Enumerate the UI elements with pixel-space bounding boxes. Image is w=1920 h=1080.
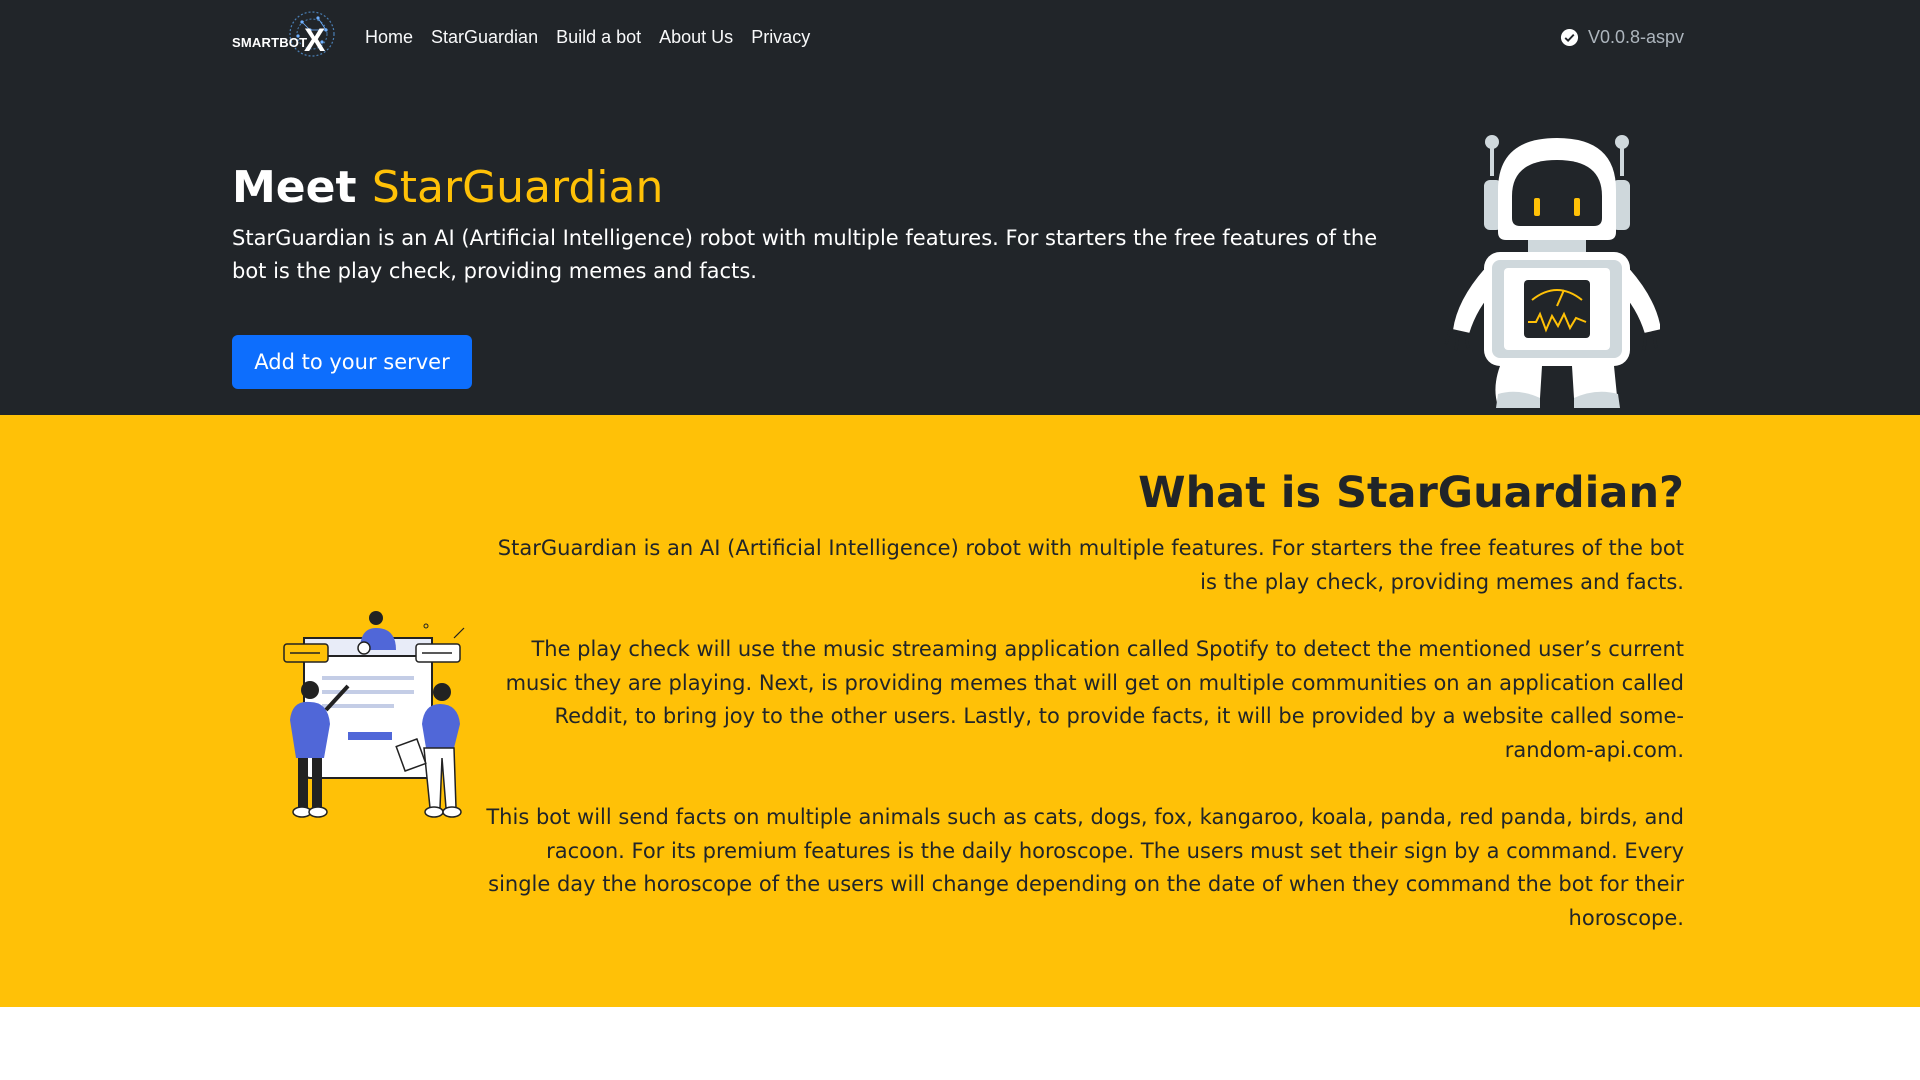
about-paragraph-2: The play check will use the music stream… (505, 637, 1684, 762)
hero-description: StarGuardian is an AI (Artificial Intell… (232, 226, 1378, 283)
about-paragraph-3: This bot will send facts on multiple ani… (486, 805, 1684, 930)
nav-about-us[interactable]: About Us (659, 27, 733, 48)
hero-title-accent: StarGuardian (371, 162, 664, 213)
hero-title: Meet StarGuardian (232, 158, 663, 218)
nav-privacy[interactable]: Privacy (751, 27, 810, 48)
logo-text: SMARTBOT (232, 35, 308, 50)
nav-starguardian[interactable]: StarGuardian (431, 27, 538, 48)
nav-links: Home StarGuardian Build a bot About Us P… (365, 27, 828, 48)
about-title: What is StarGuardian? (1138, 468, 1684, 518)
navbar: SMARTBOT X Home StarGuardian Build a bot… (232, 0, 1684, 78)
check-circle-icon (1560, 28, 1578, 47)
nav-build-a-bot[interactable]: Build a bot (556, 27, 641, 48)
nav-home[interactable]: Home (365, 27, 413, 48)
add-to-server-button[interactable]: Add to your server (232, 335, 472, 389)
logo[interactable]: SMARTBOT X (232, 8, 340, 68)
robot-illustration (1444, 135, 1660, 408)
about-paragraph-1: StarGuardian is an AI (Artificial Intell… (497, 536, 1684, 594)
about-section: What is StarGuardian? StarGuardian is an… (0, 415, 1920, 1007)
version-text: V0.0.8-aspv (1587, 27, 1684, 47)
version-badge: V0.0.8-aspv (1560, 27, 1684, 48)
team-illustration (283, 611, 465, 818)
logo-x: X (304, 22, 326, 58)
hero-title-prefix: Meet (232, 162, 357, 213)
hero-section: SMARTBOT X Home StarGuardian Build a bot… (0, 0, 1920, 415)
